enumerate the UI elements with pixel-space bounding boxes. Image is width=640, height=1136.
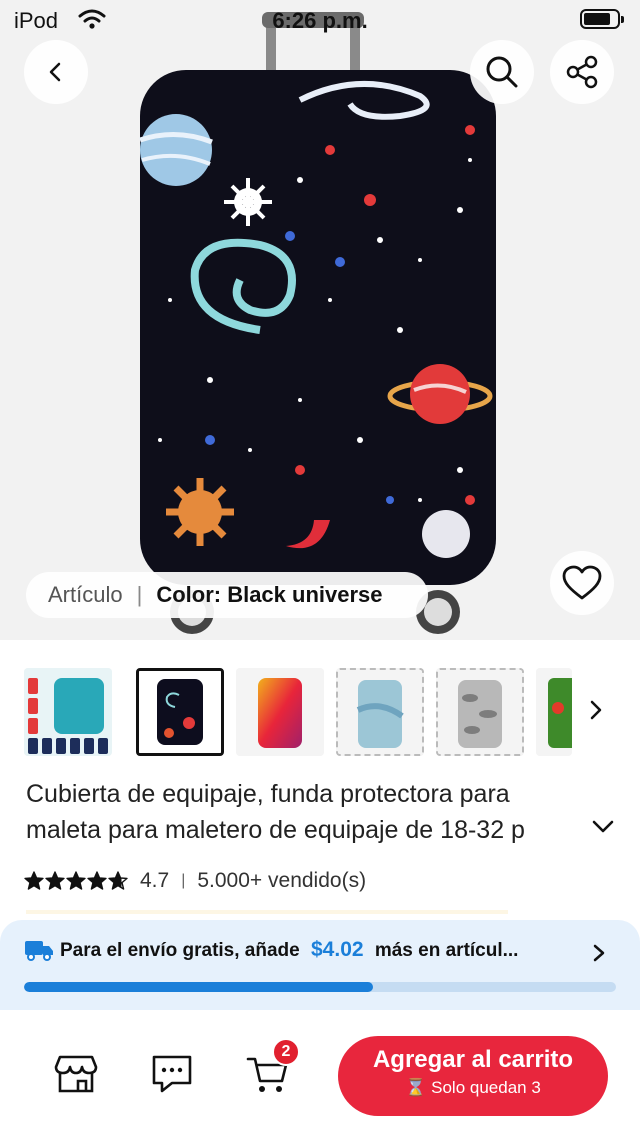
rating-row[interactable]: 4.7 | 5.000+ vendido(s) <box>24 866 366 896</box>
thumbnail[interactable] <box>336 668 424 756</box>
star-rating <box>24 871 128 891</box>
variant-thumbnails <box>0 640 640 768</box>
stock-note: ⌛ Solo quedan 3 <box>338 1078 608 1098</box>
search-button[interactable] <box>470 40 534 104</box>
rating-value: 4.7 <box>140 869 170 892</box>
spec-label: Artículo <box>48 582 123 607</box>
promo-strip <box>26 910 508 914</box>
add-to-cart-label: Agregar al carrito <box>372 1046 574 1073</box>
free-shipping-amount: $4.02 <box>311 938 364 961</box>
free-shipping-chevron <box>590 942 608 969</box>
thumbnails-next-button[interactable] <box>586 698 606 727</box>
add-to-cart-button[interactable]: Agregar al carrito ⌛ Solo quedan 3 <box>338 1036 608 1116</box>
stock-label: Solo quedan 3 <box>431 1078 541 1097</box>
spec-selector[interactable]: Artículo | Color: Black universe <box>26 572 428 618</box>
chat-button[interactable] <box>148 1050 196 1098</box>
thumb-image <box>536 668 572 756</box>
star-icon <box>66 871 86 890</box>
bottom-action-bar: 2 Agregar al carrito ⌛ Solo quedan 3 <box>0 1010 640 1136</box>
thumb-image <box>236 668 324 756</box>
hourglass-icon: ⌛ <box>405 1078 427 1097</box>
store-button[interactable] <box>52 1050 100 1098</box>
product-title: Cubierta de equipaje, funda protectora p… <box>26 780 525 844</box>
free-shipping-truck-icon <box>25 941 53 961</box>
chevron-right-icon <box>590 700 602 720</box>
thumbnail[interactable] <box>436 668 524 756</box>
favorite-button[interactable] <box>550 551 614 615</box>
thumbnail[interactable] <box>536 668 572 756</box>
sold-count: 5.000+ vendido(s) <box>197 869 367 892</box>
search-icon <box>486 56 518 88</box>
share-icon <box>566 55 598 89</box>
thumb-image <box>24 668 112 756</box>
thumb-image <box>338 670 422 754</box>
store-icon <box>54 1055 98 1093</box>
star-icon <box>24 871 44 890</box>
free-shipping-text: Para el envío gratis, añade $4.02 más en… <box>60 938 580 962</box>
star-icon <box>87 871 107 890</box>
free-shipping-progress <box>24 982 616 992</box>
battery-icon <box>580 9 624 29</box>
status-time: 6:26 p.m. <box>272 8 368 33</box>
thumbnail[interactable] <box>236 668 324 756</box>
chevron-left-icon <box>49 62 61 82</box>
product-image-hero[interactable]: Artículo | Color: Black universe <box>0 0 640 640</box>
product-image <box>139 12 496 634</box>
rating-divider: | <box>181 872 186 889</box>
heart-icon <box>562 565 602 600</box>
star-icon <box>45 871 65 890</box>
chevron-down-icon <box>592 820 614 833</box>
thumbnail-selected[interactable] <box>136 668 224 756</box>
free-shipping-suffix: más en artícul... <box>374 940 519 961</box>
free-shipping-progress-fill <box>24 982 374 992</box>
thumb-image <box>139 671 221 753</box>
star-icon <box>108 871 128 890</box>
thumbnail[interactable] <box>24 668 112 756</box>
chevron-right-icon <box>593 944 605 962</box>
status-bar: iPod 6:26 p.m. <box>0 0 640 40</box>
back-button[interactable] <box>24 40 88 104</box>
spec-value: Color: Black universe <box>156 582 383 607</box>
cart-count-badge: 2 <box>272 1038 300 1066</box>
free-shipping-prefix: Para el envío gratis, añade <box>60 940 300 961</box>
free-shipping-banner[interactable]: Para el envío gratis, añade $4.02 más en… <box>0 920 640 1010</box>
title-expand-button[interactable] <box>590 818 616 841</box>
thumb-image <box>438 670 522 754</box>
chat-icon <box>152 1055 192 1093</box>
share-button[interactable] <box>550 40 614 104</box>
spec-divider: | <box>136 582 143 607</box>
